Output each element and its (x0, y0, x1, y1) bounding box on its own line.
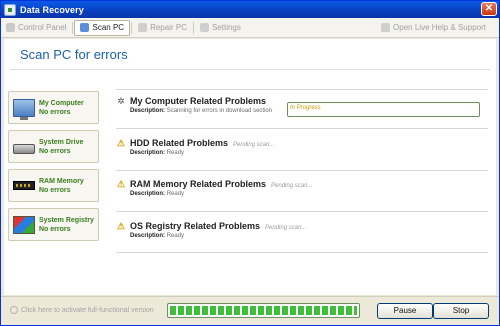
spinner-icon: ✲ (117, 96, 125, 106)
description-label: Description: (130, 108, 166, 114)
drive-icon (13, 143, 35, 154)
card-ram-memory[interactable]: RAM Memory No errors (8, 169, 99, 202)
card-status: No errors (39, 225, 71, 233)
problem-description: Ready (166, 150, 185, 156)
warning-icon: ⚠ (116, 138, 126, 148)
repair-icon (138, 23, 148, 32)
computer-icon (13, 98, 35, 120)
problem-state: Pending scan... (271, 183, 313, 189)
toolbar-divider (72, 21, 74, 34)
tab-label: Settings (211, 23, 241, 32)
problem-title: HDD Related Problems (130, 138, 229, 148)
list-divider (116, 211, 488, 212)
registry-icon (13, 215, 35, 234)
title-divider (10, 69, 490, 70)
list-divider (116, 89, 488, 90)
key-icon (10, 306, 18, 314)
warning-icon: ⚠ (116, 179, 126, 189)
list-divider (116, 170, 488, 171)
problem-state: In Progress (287, 102, 480, 117)
description-label: Description: (130, 233, 166, 239)
page-title: Scan PC for errors (20, 47, 128, 62)
toolbar-divider (192, 21, 194, 34)
problem-description: Ready (166, 233, 185, 239)
tab-settings[interactable]: Settings (195, 20, 246, 36)
problem-description: Scanning for errors in download section (166, 108, 273, 114)
card-title: System Registry (39, 216, 94, 224)
problem-title: OS Registry Related Problems (130, 221, 261, 231)
progress-fill (170, 306, 357, 315)
scan-progress-bar (167, 303, 360, 318)
live-help-link[interactable]: Open Live Help & Support (376, 20, 491, 36)
title-bar[interactable]: Data Recovery ✕ (1, 1, 499, 18)
scan-icon (80, 23, 90, 32)
app-icon (4, 3, 16, 16)
card-status: No errors (39, 147, 71, 155)
ram-icon (13, 181, 35, 190)
stop-button[interactable]: Stop (433, 303, 489, 319)
problem-title: My Computer Related Problems (130, 96, 267, 106)
list-divider (116, 128, 488, 129)
problem-os-registry: ⚠ OS Registry Related Problems Pending s… (116, 221, 488, 239)
card-my-computer[interactable]: My Computer No errors (8, 91, 99, 124)
card-title: RAM Memory (39, 177, 84, 185)
toolbar: Control Panel Scan PC Repair PC Settings… (1, 18, 499, 38)
problem-hdd: ⚠ HDD Related Problems Pending scan... D… (116, 138, 488, 156)
list-divider (116, 252, 488, 253)
close-button[interactable]: ✕ (481, 2, 497, 16)
activate-link[interactable]: Click here to activate full-functional v… (10, 306, 154, 314)
window-title: Data Recovery (20, 4, 84, 15)
toolbar-divider (131, 21, 133, 34)
tab-label: Repair PC (150, 23, 187, 32)
status-bar: Click here to activate full-functional v… (1, 296, 499, 325)
activate-label: Click here to activate full-functional v… (21, 306, 154, 314)
problem-title: RAM Memory Related Problems (130, 179, 267, 189)
card-system-registry[interactable]: System Registry No errors (8, 208, 99, 241)
card-title: My Computer (39, 99, 84, 107)
pause-button[interactable]: Pause (377, 303, 433, 319)
app-window: Data Recovery ✕ Control Panel Scan PC Re… (0, 0, 500, 326)
card-status: No errors (39, 108, 71, 116)
help-label: Open Live Help & Support (393, 23, 486, 32)
problem-state: Pending scan... (233, 142, 275, 148)
help-icon (381, 23, 391, 32)
tab-control-panel[interactable]: Control Panel (1, 20, 71, 36)
main-content: Scan PC for errors My Computer No errors… (4, 39, 496, 295)
problem-ram-memory: ⚠ RAM Memory Related Problems Pending sc… (116, 179, 488, 197)
tab-label: Scan PC (92, 23, 125, 32)
problem-state: Pending scan... (265, 225, 307, 231)
card-status: No errors (39, 186, 71, 194)
problem-description: Ready (166, 191, 185, 197)
control-panel-icon (6, 23, 15, 32)
tab-label: Control Panel (18, 23, 67, 32)
card-system-drive[interactable]: System Drive No errors (8, 130, 99, 163)
settings-icon (199, 23, 209, 32)
problem-my-computer: ✲ My Computer Related Problems In Progre… (116, 96, 488, 117)
tab-scan-pc[interactable]: Scan PC (74, 19, 131, 36)
warning-icon: ⚠ (116, 221, 126, 231)
description-label: Description: (130, 191, 166, 197)
description-label: Description: (130, 150, 166, 156)
tab-repair-pc[interactable]: Repair PC (133, 20, 192, 36)
card-title: System Drive (39, 138, 84, 146)
